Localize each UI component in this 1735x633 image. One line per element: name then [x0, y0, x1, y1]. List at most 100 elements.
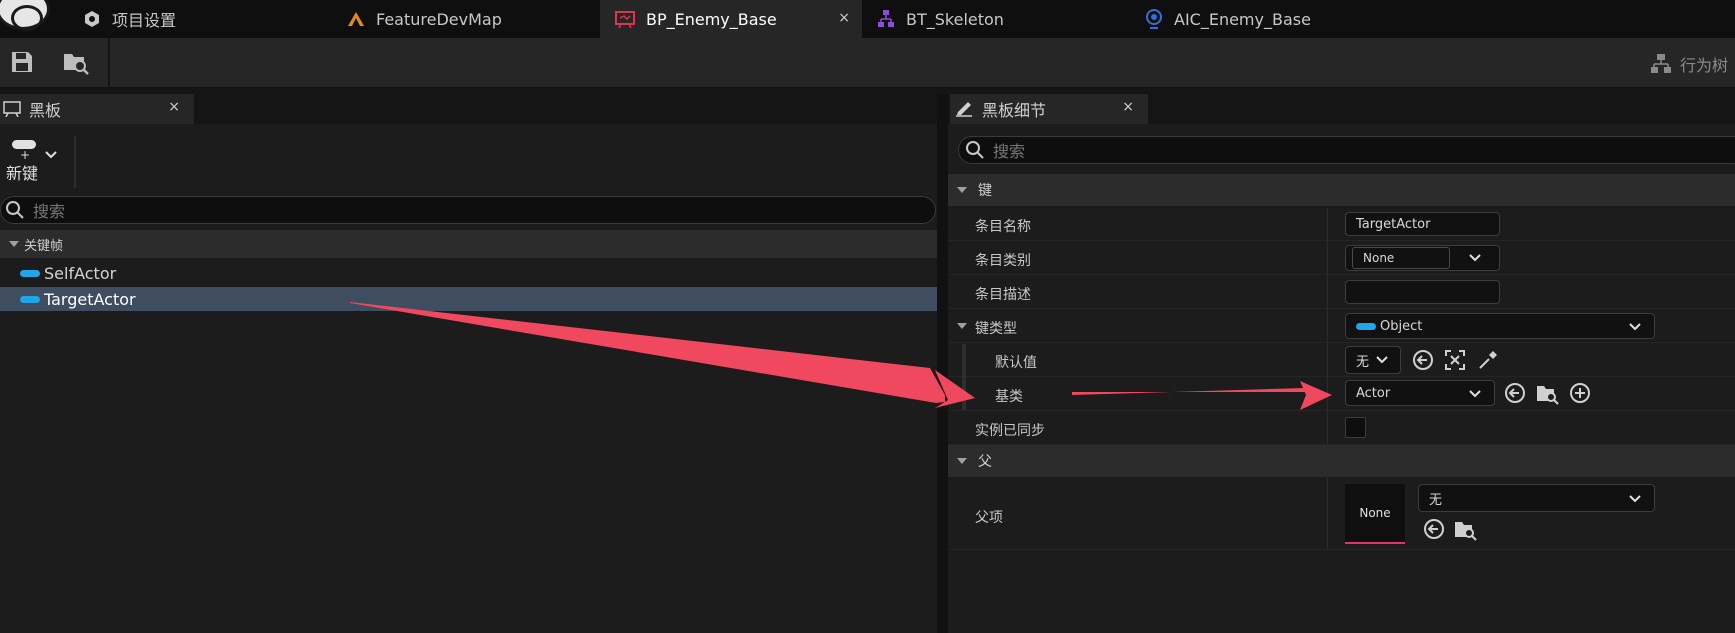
tab-label: FeatureDevMap	[376, 9, 502, 29]
chevron-down-icon	[45, 151, 57, 159]
section-label: 键	[978, 183, 992, 199]
tab-aic-enemy-base[interactable]: AIC_Enemy_Base	[1130, 0, 1400, 38]
close-panel-icon[interactable]: ×	[168, 99, 180, 115]
panel-splitter[interactable]	[937, 94, 948, 633]
property-row-default-value	[948, 343, 1735, 377]
object-type-icon	[20, 269, 40, 277]
tab-blackboard[interactable]: 黑板 ×	[0, 94, 194, 124]
search-placeholder: 搜索	[33, 202, 66, 221]
save-icon[interactable]	[10, 50, 34, 74]
use-selected-arrow-icon[interactable]	[1503, 381, 1527, 405]
base-class-combo[interactable]: Actor	[1345, 380, 1495, 406]
blueprint-icon	[615, 11, 635, 29]
tab-bp-enemy-base[interactable]: BP_Enemy_Base ×	[600, 0, 862, 38]
toolbar-divider	[74, 136, 76, 188]
tab-label: BT_Skeleton	[906, 9, 1004, 29]
blackboard-icon	[3, 101, 21, 117]
tab-project-settings[interactable]: 项目设置	[68, 0, 338, 38]
entry-name-field[interactable]: TargetActor	[1345, 212, 1500, 236]
property-label: 默认值	[995, 355, 1037, 371]
parent-asset-thumbnail[interactable]: None	[1345, 484, 1405, 544]
property-label: 键类型	[975, 321, 1017, 337]
blackboard-panel: + 新键 搜索 关键帧 SelfActor TargetActor	[0, 124, 937, 633]
property-row-base-class	[948, 377, 1735, 411]
search-icon	[6, 201, 24, 219]
main-toolbar: 行为树	[0, 38, 1735, 88]
document-tab-bar: 项目设置 FeatureDevMap BP_Enemy_Base × BT_Sk…	[0, 0, 1735, 38]
tab-label: AIC_Enemy_Base	[1174, 9, 1311, 29]
property-row-entry-description	[948, 275, 1735, 309]
property-row-instance-synced	[948, 411, 1735, 445]
close-tab-icon[interactable]: ×	[838, 10, 850, 26]
category-label: 关键帧	[24, 238, 64, 254]
parent-asset-combo[interactable]: 无	[1418, 484, 1655, 512]
settings-gear-icon	[85, 11, 99, 27]
property-label: 父项	[975, 510, 1003, 526]
chevron-down-icon[interactable]	[1468, 253, 1482, 263]
entry-category-combo[interactable]: None	[1345, 245, 1500, 271]
key-label: TargetActor	[44, 289, 136, 309]
default-value: 无	[1356, 354, 1370, 370]
object-type-icon	[20, 295, 40, 303]
pick-actor-icon[interactable]	[1443, 348, 1467, 372]
edit-pencil-icon	[956, 102, 972, 117]
entry-category-value[interactable]: None	[1352, 247, 1450, 269]
panel-title: 黑板	[29, 101, 62, 120]
unreal-logo-icon[interactable]	[0, 0, 50, 31]
base-class-value: Actor	[1356, 385, 1391, 401]
toolbar-mode-label: 行为树	[1680, 56, 1729, 75]
caret-down-icon	[9, 241, 19, 247]
entry-description-field[interactable]	[1345, 280, 1500, 304]
chevron-down-icon	[1376, 356, 1388, 364]
chevron-down-icon	[1629, 495, 1641, 503]
behavior-tree-mode-icon	[1651, 54, 1671, 73]
behavior-tree-icon	[878, 10, 894, 27]
caret-down-icon	[957, 458, 967, 464]
ai-controller-icon	[1146, 9, 1162, 29]
key-label: SelfActor	[44, 263, 117, 283]
search-placeholder: 搜索	[993, 142, 1026, 161]
browse-folder-icon[interactable]	[1535, 381, 1559, 405]
details-search-input[interactable]: 搜索	[958, 136, 1735, 164]
level-map-icon	[348, 12, 364, 26]
caret-down-icon[interactable]	[956, 321, 968, 331]
add-plus-icon[interactable]	[1568, 381, 1592, 405]
use-selected-arrow-icon[interactable]	[1422, 517, 1446, 541]
new-key-button[interactable]: + 新键	[6, 138, 68, 190]
property-row-entry-name	[948, 207, 1735, 241]
eyedropper-icon[interactable]	[1476, 348, 1500, 372]
browse-folder-icon[interactable]	[1453, 517, 1477, 541]
close-panel-icon[interactable]: ×	[1122, 99, 1134, 115]
key-type-value: Object	[1380, 318, 1423, 334]
property-row-entry-category	[948, 241, 1735, 275]
list-item-targetactor[interactable]: TargetActor	[0, 287, 937, 311]
list-item-selfactor[interactable]: SelfActor	[0, 261, 937, 285]
chevron-down-icon	[1629, 323, 1641, 331]
browse-folder-icon[interactable]	[62, 48, 90, 76]
behavior-tree-mode-button[interactable]: 行为树	[1650, 52, 1728, 76]
tab-blackboard-details[interactable]: 黑板细节 ×	[950, 94, 1148, 124]
section-header-key[interactable]: 键	[948, 174, 1735, 206]
property-label: 实例已同步	[975, 423, 1045, 439]
section-header-parent[interactable]: 父	[948, 445, 1735, 477]
object-type-icon	[1356, 322, 1376, 330]
caret-down-icon	[957, 187, 967, 193]
use-selected-arrow-icon[interactable]	[1411, 348, 1435, 372]
tab-bt-skeleton[interactable]: BT_Skeleton	[862, 0, 1132, 38]
new-key-label: 新键	[6, 164, 39, 183]
parent-value: 无	[1429, 492, 1443, 508]
property-label: 条目名称	[975, 219, 1031, 235]
blackboard-search-input[interactable]: 搜索	[0, 196, 936, 224]
property-label: 基类	[995, 389, 1023, 405]
section-label: 父	[978, 454, 992, 470]
column-divider	[1327, 478, 1328, 550]
tab-label: BP_Enemy_Base	[646, 9, 777, 29]
tab-featuredevmap[interactable]: FeatureDevMap	[332, 0, 602, 38]
key-type-combo[interactable]: Object	[1345, 313, 1655, 339]
category-header-keys[interactable]: 关键帧	[0, 230, 937, 258]
default-value-combo[interactable]: 无	[1345, 346, 1401, 374]
panel-title: 黑板细节	[982, 101, 1047, 120]
property-label: 条目描述	[975, 287, 1031, 303]
instance-synced-checkbox[interactable]	[1345, 417, 1366, 438]
property-label: 条目类别	[975, 253, 1031, 269]
